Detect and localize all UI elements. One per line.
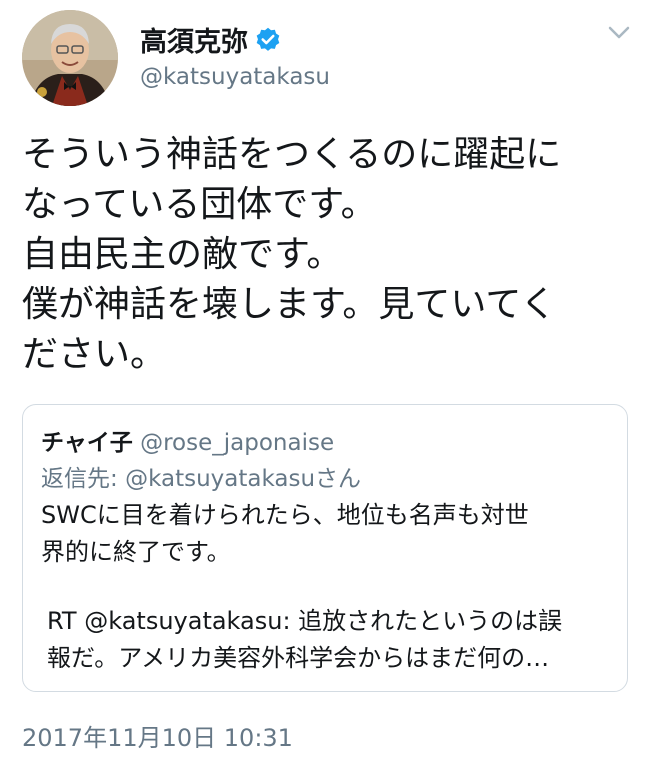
tweet-timestamp[interactable]: 2017年11月10日 10:31: [22, 718, 293, 753]
quoted-tweet-body: SWCに目を着けられたら、地位も名声も対世 界的に終了です。: [41, 497, 621, 571]
reply-mention-link[interactable]: @katsuyatakasu: [125, 466, 315, 492]
reply-context: 返信先: @katsuyatakasuさん: [41, 459, 361, 493]
quoted-line: 界的に終了です。: [41, 538, 231, 566]
quoted-retweet-text: RT @katsuyatakasu: 追放されたというのは誤 報だ。アメリカ美容…: [47, 603, 562, 677]
quoted-author-handle: @rose_japonaise: [140, 430, 335, 456]
display-name-row[interactable]: 高須克弥: [140, 20, 282, 59]
quoted-line: SWCに目を着けられたら、地位も名声も対世: [41, 501, 529, 529]
verified-badge-icon: [254, 26, 282, 54]
tweet-line: 僕が神話を壊します。見ていてく: [22, 284, 557, 325]
quoted-author-row: チャイ子 @rose_japonaise: [41, 423, 334, 457]
tweet-line: なっている団体です。: [22, 184, 377, 225]
quoted-rt-line: 報だ。アメリカ美容外科学会からはまだ何の…: [47, 644, 550, 672]
tweet-text: そういう神話をつくるのに躍起に なっている団体です。 自由民主の敵です。 僕が神…: [22, 130, 632, 380]
reply-suffix: さん: [315, 466, 362, 492]
display-name[interactable]: 高須克弥: [140, 20, 248, 59]
reply-prefix: 返信先:: [41, 466, 126, 492]
chevron-down-icon[interactable]: [606, 24, 632, 42]
quoted-rt-line: RT @katsuyatakasu: 追放されたというのは誤: [47, 607, 563, 635]
profile-photo: [22, 10, 118, 106]
tweet-line: そういう神話をつくるのに躍起に: [22, 134, 562, 175]
author-handle[interactable]: @katsuyatakasu: [140, 64, 330, 90]
quoted-tweet-card[interactable]: チャイ子 @rose_japonaise 返信先: @katsuyatakasu…: [22, 404, 628, 692]
tweet-line: 自由民主の敵です。: [22, 234, 343, 275]
tweet-line: ださい。: [22, 334, 167, 375]
quoted-author-name: チャイ子: [41, 430, 133, 456]
avatar[interactable]: [22, 10, 118, 106]
